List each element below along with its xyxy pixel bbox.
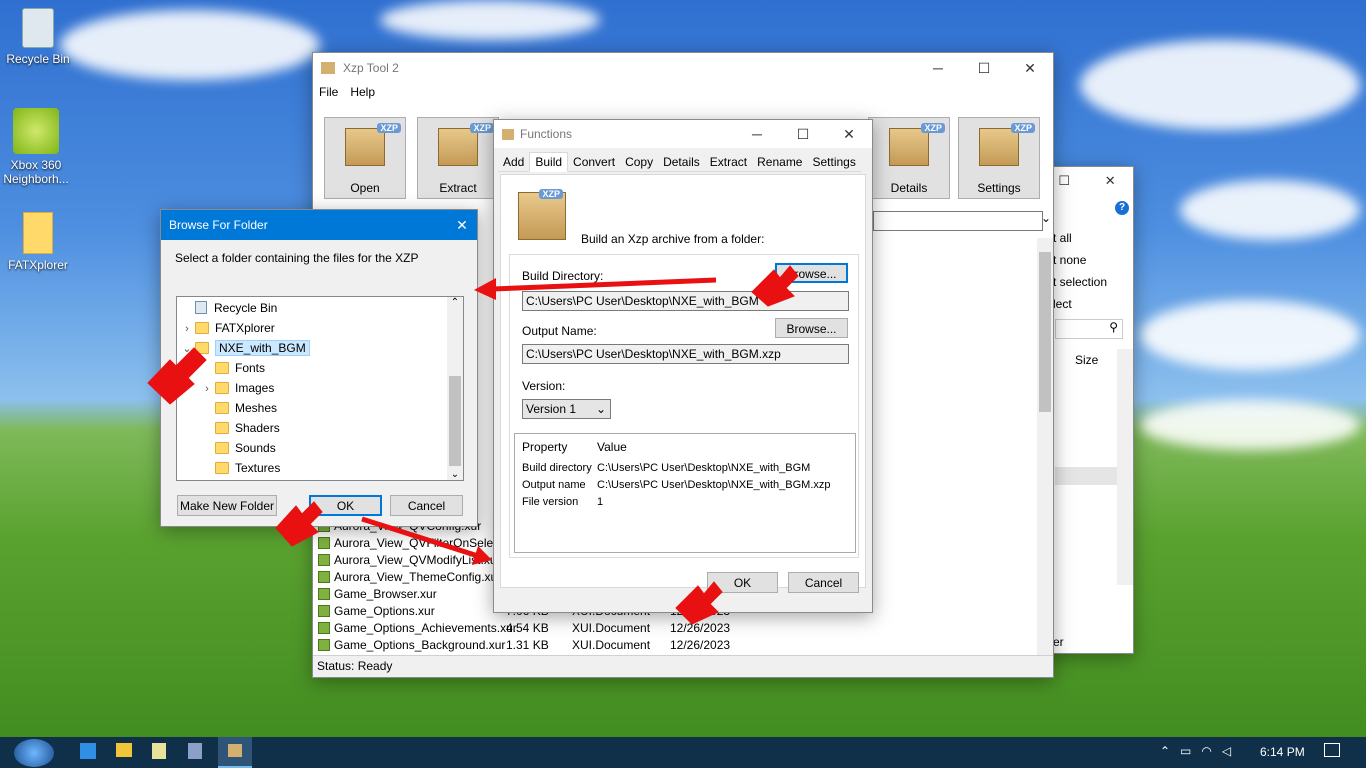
arrow-at-functions-ok [675,581,723,625]
file-explorer-icon[interactable] [116,743,132,757]
start-button[interactable] [14,739,54,767]
xzp-tool-taskbar-button[interactable] [218,737,252,768]
arrow-at-nxe-folder [147,347,207,405]
notification-icon[interactable] [1324,743,1340,757]
taskbar: ⌃▭◠◁ 6:14 PM [0,737,1366,768]
annotation-arrows [147,265,799,625]
app-icon[interactable] [188,743,202,759]
arrow-to-browse-dialog [491,277,717,292]
tray-icons[interactable]: ⌃▭◠◁ [1160,744,1241,758]
clock[interactable]: 6:14 PM [1260,745,1305,759]
app-icon[interactable] [80,743,96,759]
arrow-at-ok-button [275,501,323,547]
notepad-icon[interactable] [152,743,166,759]
arrow-at-browse-button [751,265,799,307]
arrow-to-functions [361,516,479,559]
